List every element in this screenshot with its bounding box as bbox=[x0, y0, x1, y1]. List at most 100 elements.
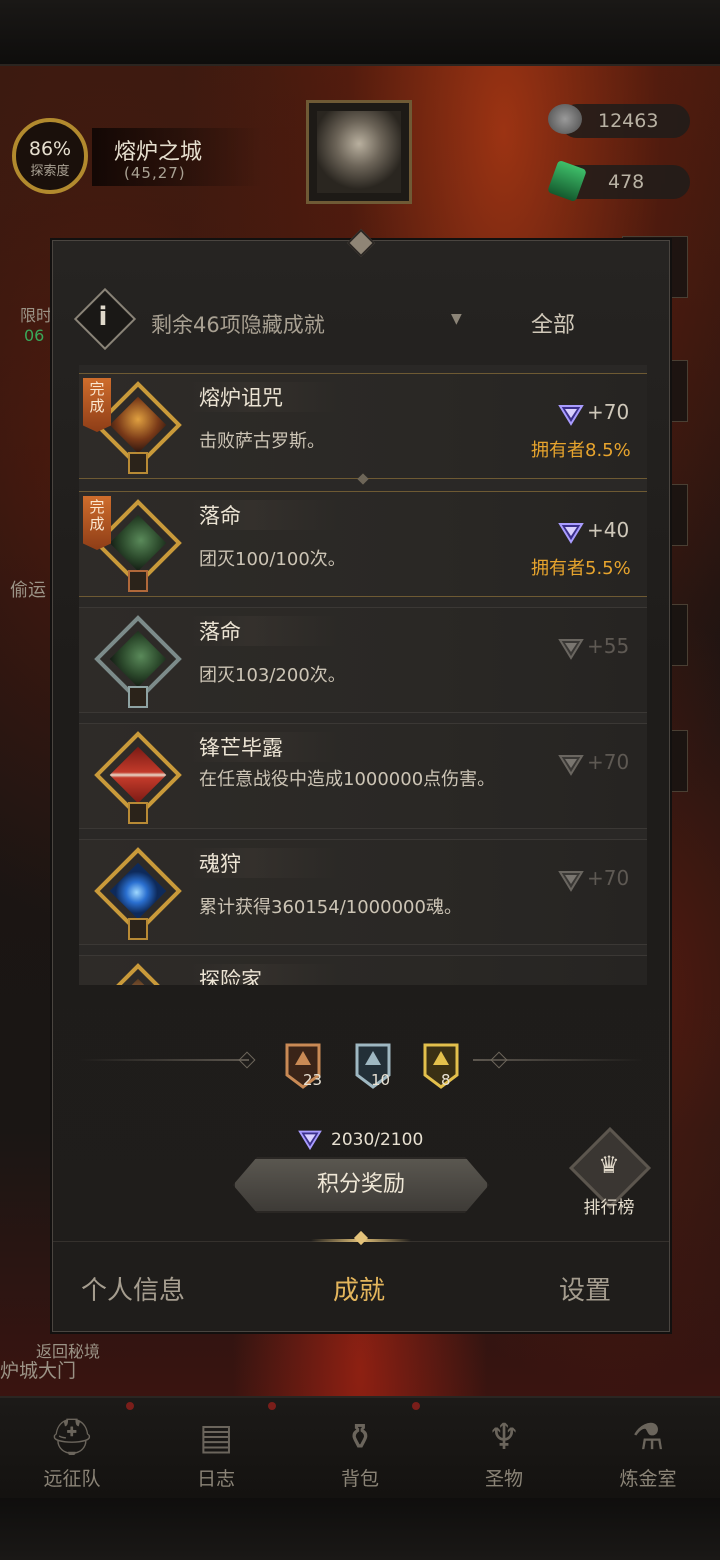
chalice-icon: ♆ bbox=[487, 1417, 521, 1458]
nav-label: 圣物 bbox=[484, 1468, 523, 1490]
gold-tier-count: 8 bbox=[441, 1071, 451, 1089]
profile-dialog: i 剩余46项隐藏成就 ▼ 全部 完成 熔炉诅咒 击败萨古罗斯。 +70 拥有者… bbox=[52, 228, 670, 1332]
achievement-description: 团灭100/100次。 bbox=[199, 549, 346, 570]
achievement-points: +70 bbox=[587, 866, 630, 890]
tier-gold-icon bbox=[128, 802, 148, 824]
currency-gem-value: 478 bbox=[608, 171, 645, 193]
dialog-tabs: 个人信息 成就 设置 bbox=[53, 1230, 669, 1332]
crown-icon: ♛ bbox=[598, 1151, 620, 1179]
exploration-percent: 86% bbox=[28, 138, 72, 160]
nav-expedition[interactable]: ⛑ 远征队 bbox=[0, 1404, 144, 1496]
tier-divider-left bbox=[79, 1059, 249, 1061]
achievement-badge bbox=[93, 730, 183, 824]
tier-divider-ornament bbox=[238, 1051, 256, 1069]
achievement-description: 击败萨古罗斯。 bbox=[199, 431, 325, 452]
leaderboard-button[interactable]: ♛ 排行榜 bbox=[568, 1126, 652, 1221]
tab-achievements[interactable]: 成就 bbox=[333, 1270, 385, 1307]
info-icon: i bbox=[98, 302, 108, 332]
owners-percent: 拥有者8.5% bbox=[531, 440, 631, 461]
points-reward-button[interactable]: 积分奖励 bbox=[233, 1157, 489, 1213]
reward-button-label: 积分奖励 bbox=[316, 1172, 405, 1197]
bottom-navigation: ⛑ 远征队 ▤ 日志 ⚱ 背包 ♆ 圣物 ⚗ 炼金室 bbox=[0, 1396, 720, 1498]
map-icon: ▤ bbox=[198, 1417, 233, 1458]
tier-gold-icon bbox=[128, 918, 148, 940]
achievement-name: 落命 bbox=[199, 620, 241, 644]
helmet-icon: ⛑ bbox=[49, 1417, 95, 1458]
city-gate-label[interactable]: 炉城大门 bbox=[0, 1356, 76, 1383]
achievement-row[interactable]: 完成 熔炉诅咒 击败萨古罗斯。 +70 拥有者8.5% bbox=[79, 373, 647, 485]
complete-tag: 完成 bbox=[83, 496, 111, 550]
silver-tier-count: 10 bbox=[371, 1071, 391, 1089]
achievement-description: 累计获得360154/1000000魂。 bbox=[199, 897, 462, 918]
achievement-points: +40 bbox=[587, 518, 630, 542]
achievement-row[interactable]: 魂狩 累计获得360154/1000000魂。 +70 bbox=[79, 839, 647, 945]
hidden-achievements-filter[interactable]: 剩余46项隐藏成就 bbox=[151, 309, 325, 339]
tier-divider-ornament bbox=[490, 1051, 508, 1069]
owners-percent: 拥有者5.5% bbox=[531, 558, 631, 579]
tier-gold-icon bbox=[128, 452, 148, 474]
active-tab-marker bbox=[353, 1230, 369, 1246]
nav-separator bbox=[126, 1402, 134, 1410]
achievement-description: 在任意战役中造成1000000点伤害。 bbox=[199, 769, 496, 790]
nav-label: 远征队 bbox=[43, 1468, 101, 1490]
achievement-point-icon bbox=[558, 755, 584, 776]
achievement-points: +55 bbox=[587, 634, 630, 658]
top-status-band bbox=[0, 0, 720, 66]
timed-event-timer: 06 bbox=[24, 326, 45, 345]
tier-bronze-icon bbox=[128, 570, 148, 592]
achievement-point-icon bbox=[298, 1130, 322, 1151]
row-divider bbox=[357, 473, 369, 485]
achievement-row[interactable]: 探险家 bbox=[79, 955, 647, 985]
achievement-name: 落命 bbox=[199, 504, 241, 528]
bottom-band bbox=[0, 1498, 720, 1560]
hero-portrait-image bbox=[317, 111, 401, 193]
achievement-description: 团灭103/200次。 bbox=[199, 665, 346, 686]
achievement-name: 锋芒毕露 bbox=[199, 736, 283, 760]
nav-label: 日志 bbox=[196, 1468, 235, 1490]
nav-label: 炼金室 bbox=[619, 1468, 677, 1490]
currency-silver-value: 12463 bbox=[598, 110, 659, 132]
nav-label: 背包 bbox=[340, 1468, 379, 1490]
achievement-row[interactable]: 落命 团灭103/200次。 +55 bbox=[79, 607, 647, 713]
location-coordinates: (45,27) bbox=[124, 164, 186, 182]
achievement-point-icon bbox=[558, 523, 584, 544]
dropdown-arrow-icon[interactable]: ▼ bbox=[451, 311, 462, 327]
achievement-name: 魂狩 bbox=[199, 852, 241, 876]
tab-settings[interactable]: 设置 bbox=[559, 1270, 611, 1307]
achievement-point-icon bbox=[558, 405, 584, 426]
timed-event-label[interactable]: 限时 bbox=[20, 302, 52, 326]
hero-portrait[interactable] bbox=[306, 100, 412, 204]
achievement-row[interactable]: 完成 落命 团灭100/100次。 +40 拥有者5.5% bbox=[79, 491, 647, 597]
tier-silver-icon bbox=[128, 686, 148, 708]
filter-all-button[interactable]: 全部 bbox=[531, 307, 575, 339]
exploration-label: 探索度 bbox=[30, 164, 70, 179]
nav-alchemy[interactable]: ⚗ 炼金室 bbox=[576, 1404, 720, 1496]
tab-personal-info[interactable]: 个人信息 bbox=[81, 1270, 185, 1307]
achievement-score: 2030/2100 bbox=[331, 1130, 424, 1150]
location-name: 熔炉之城 bbox=[114, 140, 203, 165]
silver-coin-icon bbox=[548, 104, 582, 134]
nav-separator bbox=[268, 1402, 276, 1410]
achievement-badge bbox=[93, 962, 183, 985]
achievement-name: 探险家 bbox=[199, 968, 262, 985]
achievement-point-icon bbox=[558, 871, 584, 892]
achievement-points: +70 bbox=[587, 750, 630, 774]
alchemy-icon: ⚗ bbox=[631, 1417, 665, 1458]
nav-journal[interactable]: ▤ 日志 bbox=[144, 1404, 288, 1496]
achievement-points: +70 bbox=[587, 400, 630, 424]
achievement-list[interactable]: 完成 熔炉诅咒 击败萨古罗斯。 +70 拥有者8.5% 完成 落命 团灭100/… bbox=[79, 365, 647, 985]
leaderboard-label: 排行榜 bbox=[583, 1198, 635, 1218]
achievement-badge bbox=[93, 846, 183, 940]
achievement-name: 熔炉诅咒 bbox=[199, 386, 283, 410]
bag-icon: ⚱ bbox=[344, 1417, 376, 1458]
side-event-label[interactable]: 偷运 bbox=[10, 576, 46, 602]
achievement-badge bbox=[93, 614, 183, 708]
nav-relics[interactable]: ♆ 圣物 bbox=[432, 1404, 576, 1496]
exploration-meter[interactable]: 86% 探索度 bbox=[12, 118, 88, 194]
achievement-row[interactable]: 锋芒毕露 在任意战役中造成1000000点伤害。 +70 bbox=[79, 723, 647, 829]
achievement-point-icon bbox=[558, 639, 584, 660]
complete-tag: 完成 bbox=[83, 378, 111, 432]
nav-separator bbox=[412, 1402, 420, 1410]
nav-backpack[interactable]: ⚱ 背包 bbox=[288, 1404, 432, 1496]
bronze-tier-count: 23 bbox=[303, 1071, 323, 1089]
